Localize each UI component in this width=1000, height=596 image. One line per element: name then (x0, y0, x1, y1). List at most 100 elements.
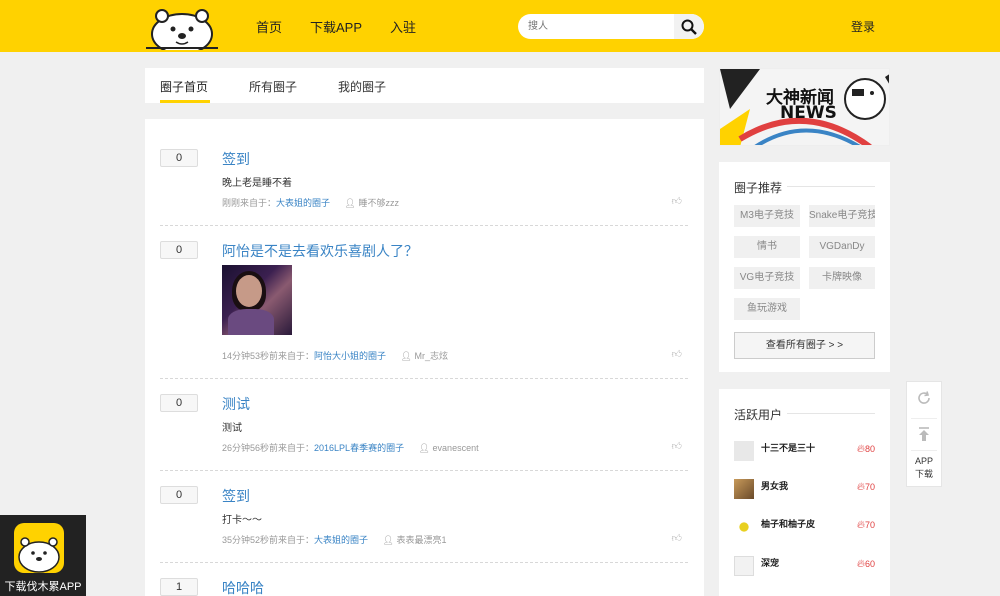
user-name[interactable]: 柚子和柚子皮 (761, 517, 815, 530)
circle-chip[interactable]: Snake电子竞技 (809, 205, 875, 227)
card-title: 圈子推荐 (734, 181, 783, 195)
side-toolbar: APP 下载 (906, 381, 942, 487)
vote-count[interactable]: 0 (160, 149, 198, 167)
post-circle-link[interactable]: 阿怡大小姐的圈子 (314, 351, 386, 361)
post-circle-link[interactable]: 2016LPL春季赛的圈子 (314, 443, 404, 453)
post-meta: 14分钟53秒前来自于：阿怡大小姐的圈子 👤︎ Mr_志炫 (222, 349, 448, 362)
tab-circle-home[interactable]: 圈子首页 (160, 78, 208, 95)
refresh-button[interactable] (907, 390, 941, 409)
circle-chip[interactable]: 情书 (734, 236, 800, 258)
active-tab-indicator (160, 100, 210, 103)
circle-chip[interactable]: M3电子竞技 (734, 205, 800, 227)
post-item: 0 阿怡是不是去看欢乐喜剧人了？ 14分钟53秒前来自于：阿怡大小姐的圈子 👤︎… (160, 241, 688, 379)
vote-count[interactable]: 0 (160, 486, 198, 504)
banner-subtitle: NEWS (780, 103, 837, 123)
fire-icon: 🔥︎ (856, 481, 865, 493)
arrow-up-icon (919, 427, 929, 441)
post-title[interactable]: 阿怡是不是去看欢乐喜剧人了？ (222, 241, 418, 261)
avatar (734, 479, 754, 499)
vote-count[interactable]: 0 (160, 394, 198, 412)
user-icon: 👤︎ (382, 535, 394, 545)
post-title[interactable]: 签到 (222, 486, 250, 506)
search-button[interactable] (674, 14, 704, 39)
back-to-top-button[interactable] (907, 426, 941, 445)
logo-seal-icon[interactable] (144, 4, 220, 50)
user-name[interactable]: 男女我 (761, 479, 788, 492)
fire-icon: 🔥︎ (856, 558, 865, 570)
post-body: 晚上老是睡不着 (222, 178, 292, 189)
post-feed: 0 签到 晚上老是睡不着 刚刚来自于：大表姐的圈子 👤︎ 睡不够zzz 👍︎ 0… (145, 119, 704, 596)
post-meta: 刚刚来自于：大表姐的圈子 👤︎ 睡不够zzz (222, 196, 399, 209)
tab-my-circles[interactable]: 我的圈子 (338, 78, 386, 95)
vote-count[interactable]: 1 (160, 578, 198, 596)
top-header: 首页 下载APP 入驻 登录 (0, 0, 1000, 52)
circle-chip[interactable]: VGDanDy (809, 236, 875, 258)
user-score: 🔥︎80 (856, 443, 875, 455)
post-time: 35分钟52秒前来自于： (222, 535, 315, 545)
circle-chip[interactable]: 卡牌映像 (809, 267, 875, 289)
user-icon: 👤︎ (418, 443, 431, 453)
post-author[interactable]: Mr_志炫 (415, 351, 449, 361)
post-title[interactable]: 签到 (222, 149, 250, 169)
circle-chip[interactable]: VG电子竞技 (734, 267, 800, 289)
vote-count[interactable]: 0 (160, 241, 198, 259)
like-icon[interactable]: 👍︎ (672, 532, 682, 544)
circle-chip[interactable]: 鱼玩游戏 (734, 298, 800, 320)
search-icon (681, 19, 697, 35)
post-circle-link[interactable]: 大表姐的圈子 (314, 535, 368, 545)
main-nav: 首页 下载APP 入驻 (256, 0, 444, 52)
user-icon: 👤︎ (344, 198, 356, 208)
post-author[interactable]: 表表最漂亮1 (397, 535, 447, 545)
recommended-circles-card: 圈子推荐 M3电子竞技 Snake电子竞技 情书 VGDanDy VG电子竞技 … (719, 162, 890, 372)
post-author[interactable]: 睡不够zzz (359, 198, 400, 208)
user-name[interactable]: 十三不是三十 (761, 441, 815, 454)
active-user-row[interactable]: 十三不是三十 🔥︎80 (734, 441, 875, 463)
search-input[interactable] (528, 19, 668, 34)
app-logo-icon (14, 523, 64, 573)
post-time: 26分钟56秒前来自于： (222, 443, 315, 453)
fire-icon: 🔥︎ (856, 519, 865, 531)
tab-all-circles[interactable]: 所有圈子 (249, 78, 297, 95)
user-name[interactable]: 深宠 (761, 556, 779, 569)
user-icon: 👤︎ (400, 351, 412, 361)
post-item: 0 测试 测试 26分钟56秒前来自于：2016LPL春季赛的圈子 👤︎ eva… (160, 394, 688, 471)
card-title: 活跃用户 (734, 408, 783, 422)
view-all-circles-button[interactable]: 查看所有圈子 > > (734, 332, 875, 359)
post-title[interactable]: 哈哈哈 (222, 578, 264, 596)
active-user-row[interactable]: 柚子和柚子皮 🔥︎70 (734, 517, 875, 539)
like-icon[interactable]: 👍︎ (672, 440, 682, 452)
active-user-row[interactable]: 男女我 🔥︎70 (734, 479, 875, 501)
post-author[interactable]: evanescent (433, 443, 479, 453)
download-app-widget[interactable]: 下载伐木累APP (0, 515, 86, 596)
post-image[interactable] (222, 265, 292, 335)
user-score: 🔥︎70 (856, 519, 875, 531)
refresh-icon (918, 391, 930, 404)
post-body: 测试 (222, 423, 242, 434)
post-item: 1 哈哈哈 (160, 578, 688, 596)
news-banner[interactable]: 大神新闻 NEWS (719, 68, 890, 146)
post-title[interactable]: 测试 (222, 394, 250, 414)
active-user-row[interactable]: 深宠 🔥︎60 (734, 556, 875, 578)
nav-download-app[interactable]: 下载APP (310, 17, 362, 36)
user-score: 🔥︎60 (856, 558, 875, 570)
divider (787, 413, 875, 414)
post-meta: 26分钟56秒前来自于：2016LPL春季赛的圈子 👤︎ evanescent (222, 441, 479, 454)
login-link[interactable]: 登录 (851, 18, 875, 35)
post-circle-link[interactable]: 大表姐的圈子 (276, 198, 330, 208)
like-icon[interactable]: 👍︎ (672, 195, 682, 207)
app-download-button[interactable]: APP 下载 (907, 455, 941, 481)
post-time: 刚刚来自于： (222, 198, 277, 208)
post-item: 0 签到 晚上老是睡不着 刚刚来自于：大表姐的圈子 👤︎ 睡不够zzz 👍︎ (160, 149, 688, 226)
avatar (734, 441, 754, 461)
fire-icon: 🔥︎ (856, 443, 865, 455)
avatar (734, 556, 754, 576)
avatar (734, 517, 754, 537)
app-download-label: APP (914, 456, 933, 466)
nav-home[interactable]: 首页 (256, 17, 282, 36)
circle-tabs: 圈子首页 所有圈子 我的圈子 (145, 68, 704, 103)
nav-join[interactable]: 入驻 (390, 17, 416, 36)
like-icon[interactable]: 👍︎ (672, 348, 682, 360)
user-score: 🔥︎70 (856, 481, 875, 493)
post-item: 0 签到 打卡～～ 35分钟52秒前来自于：大表姐的圈子 👤︎ 表表最漂亮1 👍… (160, 486, 688, 563)
post-body: 打卡～～ (222, 515, 262, 526)
